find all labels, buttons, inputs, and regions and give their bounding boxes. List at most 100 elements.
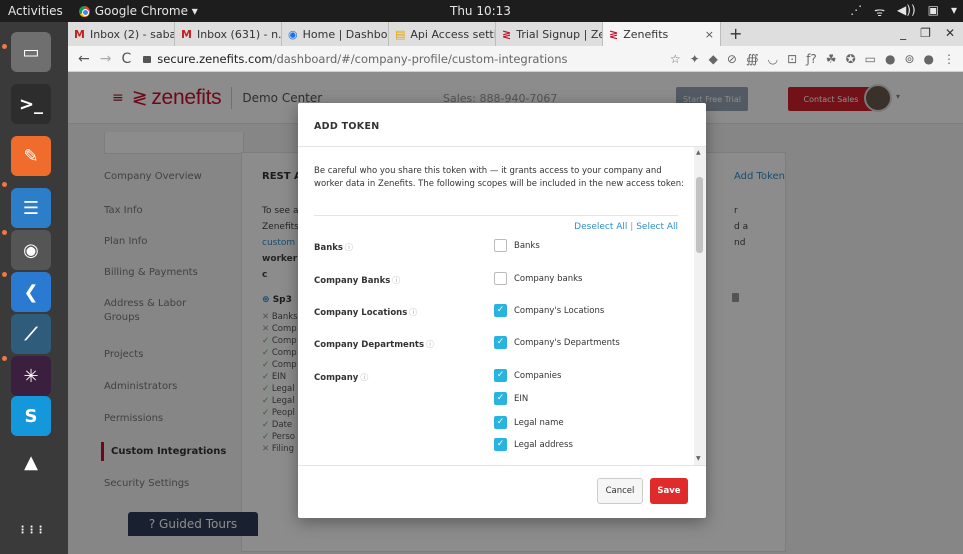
scope-option-label: Company's Departments — [514, 337, 620, 348]
browser-tab[interactable]: ▤Api Access settin× — [389, 22, 496, 46]
maximize-icon[interactable]: ❐ — [920, 26, 931, 40]
checkbox-checked[interactable]: ✓ — [494, 438, 507, 451]
modal-scrollbar[interactable]: ▲ ▼ — [694, 147, 706, 465]
activities-button[interactable]: Activities — [8, 4, 63, 18]
scope-option[interactable]: ✓ Legal name — [494, 416, 564, 429]
browser-tab[interactable]: MInbox (2) - sabari× — [68, 22, 175, 46]
extension-icon[interactable]: ☘ — [826, 52, 837, 66]
dock-slack-icon[interactable]: ✳ — [11, 356, 51, 396]
extension-icon[interactable]: ◡ — [768, 52, 778, 66]
help-icon[interactable]: ⓘ — [426, 340, 434, 349]
close-window-icon[interactable]: ✕ — [945, 26, 955, 40]
scope-group-label: Company Departments ⓘ — [314, 339, 434, 350]
tab-favicon-icon: ◉ — [288, 27, 298, 41]
help-icon[interactable]: ⓘ — [345, 243, 353, 252]
scope-option[interactable]: ✓ EIN — [494, 392, 528, 405]
tab-close-icon[interactable]: × — [705, 28, 714, 41]
tab-label: Trial Signup | Zen — [516, 27, 603, 41]
extension-icon[interactable]: ⊡ — [787, 52, 797, 66]
scope-option[interactable]: ✓ Legal address — [494, 438, 573, 451]
help-icon[interactable]: ⓘ — [360, 373, 368, 382]
extension-icon[interactable]: ● — [924, 52, 934, 66]
add-token-modal: ADD TOKEN Be careful who you share this … — [298, 103, 706, 518]
select-all-link[interactable]: Select All — [636, 222, 678, 232]
tab-favicon-icon: M — [181, 27, 192, 41]
chrome-icon — [78, 5, 90, 17]
dock-terminal-icon[interactable]: >_ — [11, 84, 51, 124]
dock-app-grid-icon[interactable]: ⋮⋮⋮ — [11, 510, 51, 550]
extension-icon[interactable]: ✪ — [846, 52, 856, 66]
dock-files-icon[interactable]: ▭ — [11, 32, 51, 72]
tab-favicon-icon: M — [74, 27, 85, 41]
checkbox-checked[interactable]: ✓ — [494, 304, 507, 317]
modal-divider — [314, 215, 678, 216]
deselect-all-link[interactable]: Deselect All — [574, 222, 627, 232]
checkbox-checked[interactable]: ✓ — [494, 369, 507, 382]
checkbox-checked[interactable]: ✓ — [494, 392, 507, 405]
extension-icon[interactable]: ∰ — [746, 52, 759, 66]
tray-icon-4[interactable]: ▾ — [951, 3, 957, 20]
url-field[interactable]: secure.zenefits.com/dashboard/#/company-… — [143, 52, 670, 66]
tab-label: Zenefits — [623, 27, 669, 41]
help-icon[interactable]: ⓘ — [392, 276, 400, 285]
dock-postman-icon[interactable]: ✎ — [11, 136, 51, 176]
tray-icon-0[interactable]: ⋰ — [850, 3, 862, 20]
save-button[interactable]: Save — [650, 478, 688, 504]
scope-group-label: Company Locations ⓘ — [314, 307, 417, 318]
extension-icon[interactable]: ▭ — [865, 52, 876, 66]
checkbox-unchecked[interactable] — [494, 239, 507, 252]
dock-running-indicator — [2, 44, 7, 49]
tab-label: Inbox (2) - sabari — [89, 27, 175, 41]
address-bar: ← → C secure.zenefits.com/dashboard/#/co… — [68, 46, 963, 72]
scroll-down-icon[interactable]: ▼ — [696, 455, 701, 462]
app-menu[interactable]: Google Chrome ▾ — [78, 4, 198, 18]
tab-label: Inbox (631) - n.sal — [196, 27, 282, 41]
extension-icon[interactable]: ⋮ — [943, 52, 955, 66]
browser-tab[interactable]: ≷ Zenefits × — [603, 22, 721, 46]
scroll-up-icon[interactable]: ▲ — [696, 149, 701, 156]
extension-icon[interactable]: ƒ? — [806, 52, 817, 66]
dock-vscode-icon[interactable]: ❮ — [11, 272, 51, 312]
dock-vlc-icon[interactable]: ▲ — [11, 442, 51, 482]
scope-option[interactable]: ✓ Company's Locations — [494, 304, 604, 317]
extension-icon[interactable]: ◆ — [709, 52, 718, 66]
browser-tab[interactable]: MInbox (631) - n.sal× — [175, 22, 282, 46]
tab-label: Home | Dashboar — [302, 27, 388, 41]
tray-icon-3[interactable]: ▣ — [928, 3, 939, 20]
extension-icon[interactable]: ☆ — [670, 52, 681, 66]
dock-text-editor-icon[interactable]: ☰ — [11, 188, 51, 228]
scrollbar-thumb[interactable] — [696, 177, 703, 253]
help-icon[interactable]: ⓘ — [409, 308, 417, 317]
checkbox-checked[interactable]: ✓ — [494, 416, 507, 429]
extension-icon[interactable]: ⊘ — [727, 52, 737, 66]
browser-tab[interactable]: ◉Home | Dashboar× — [282, 22, 389, 46]
clock[interactable]: Thu 10:13 — [450, 4, 511, 18]
tab-favicon-icon: ▤ — [395, 27, 406, 41]
minimize-icon[interactable]: _ — [900, 26, 906, 40]
dock-skype-icon[interactable]: S — [11, 396, 51, 436]
scope-option-label: Companies — [514, 370, 562, 381]
checkbox-unchecked[interactable] — [494, 272, 507, 285]
extension-icon[interactable]: ✦ — [690, 52, 700, 66]
scope-group-label: Company Banks ⓘ — [314, 275, 400, 286]
new-tab-button[interactable]: + — [729, 22, 742, 46]
extension-icon[interactable]: ⊚ — [904, 52, 914, 66]
tray-icon-1[interactable]: ᯤ — [874, 3, 885, 20]
scope-option[interactable]: Banks — [494, 239, 540, 252]
extension-icon[interactable]: ● — [885, 52, 895, 66]
forward-icon[interactable]: → — [100, 51, 112, 67]
tray-icon-2[interactable]: ◀)) — [897, 3, 916, 20]
system-tray[interactable]: ⋰ ᯤ ◀)) ▣ ▾ — [850, 3, 957, 20]
reload-icon[interactable]: C — [121, 51, 131, 67]
dock-mysql-workbench-icon[interactable]: ⟋ — [11, 314, 51, 354]
scope-option[interactable]: Company banks — [494, 272, 582, 285]
scope-option[interactable]: ✓ Company's Departments — [494, 336, 620, 349]
cancel-button[interactable]: Cancel — [597, 478, 643, 504]
checkbox-checked[interactable]: ✓ — [494, 336, 507, 349]
browser-tab[interactable]: ≷Trial Signup | Zen× — [496, 22, 603, 46]
scope-group-label: Banks ⓘ — [314, 242, 353, 253]
back-icon[interactable]: ← — [78, 51, 90, 67]
dock-chrome-icon[interactable]: ◉ — [11, 230, 51, 270]
scope-group-name: Company — [314, 373, 359, 383]
scope-option[interactable]: ✓ Companies — [494, 369, 561, 382]
